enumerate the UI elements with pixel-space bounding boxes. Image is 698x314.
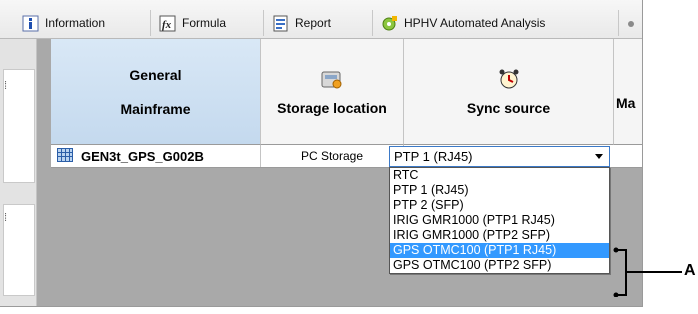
column-header-general[interactable]: General Mainframe (51, 39, 261, 145)
column-header-sync-source[interactable]: Sync source (404, 39, 614, 145)
storage-value: PC Storage (300, 149, 364, 163)
callout-label: A (684, 262, 696, 279)
tab-hphv-automated-analysis[interactable]: HPHV Automated Analysis (372, 10, 619, 36)
settings-grid: General Mainframe Storage location Sync … (37, 39, 642, 306)
formula-icon: fx (159, 15, 176, 32)
tab-label: Formula (182, 16, 227, 30)
dropdown-option-rtc[interactable]: RTC (390, 168, 609, 183)
sync-source-combobox[interactable]: PTP 1 (RJ45) (389, 146, 610, 167)
report-icon (272, 15, 289, 32)
app-window: Information fx Formula Report HPHV Autom… (0, 0, 643, 307)
info-icon (22, 15, 39, 32)
clock-sync-icon (497, 68, 521, 90)
sync-source-dropdown[interactable]: RTC PTP 1 (RJ45) PTP 2 (SFP) IRIG GMR100… (389, 167, 610, 274)
sidebar-panel-bottom[interactable] (3, 204, 35, 296)
column-header-partial[interactable]: Ma (614, 39, 642, 145)
column-header-label: Storage location (277, 99, 387, 116)
sidebar: ⁞ ⁞ (0, 39, 37, 306)
dropdown-option-ptp2[interactable]: PTP 2 (SFP) (390, 198, 609, 213)
tab-overflow[interactable] (618, 10, 642, 36)
storage-cell[interactable]: PC Storage (261, 145, 404, 167)
mainframe-name: GEN3t_GPS_G002B (81, 148, 204, 164)
splitter-grip-icon[interactable]: ⁞ (4, 212, 7, 224)
more-icon (627, 15, 642, 32)
mainframe-icon (57, 147, 73, 165)
dropdown-option-irig-ptp2[interactable]: IRIG GMR1000 (PTP2 SFP) (390, 228, 609, 243)
dropdown-option-irig-ptp1[interactable]: IRIG GMR1000 (PTP1 RJ45) (390, 213, 609, 228)
storage-icon (320, 68, 344, 90)
tab-label: Report (295, 16, 332, 30)
sidebar-panel-top[interactable] (3, 69, 35, 183)
tab-label: Information (45, 16, 106, 30)
dropdown-option-gps-ptp2[interactable]: GPS OTMC100 (PTP2 SFP) (390, 258, 609, 273)
column-header-general-line2: Mainframe (120, 100, 191, 117)
tab-strip: Information fx Formula Report HPHV Autom… (0, 0, 642, 39)
tab-formula[interactable]: fx Formula (150, 10, 263, 36)
tab-report[interactable]: Report (263, 10, 372, 36)
mainframe-cell: GEN3t_GPS_G002B (51, 145, 261, 167)
tab-label: HPHV Automated Analysis (404, 16, 546, 30)
dropdown-option-ptp1[interactable]: PTP 1 (RJ45) (390, 183, 609, 198)
column-header-label: Sync source (466, 99, 551, 116)
column-header-label: Ma (616, 95, 636, 111)
splitter-grip-icon[interactable]: ⁞ (4, 80, 7, 92)
callout-bracket (613, 247, 682, 297)
dropdown-option-gps-ptp1[interactable]: GPS OTMC100 (PTP1 RJ45) (390, 243, 609, 258)
chevron-down-icon[interactable] (595, 154, 603, 159)
column-header-general-line1: General (129, 66, 182, 83)
column-header-storage-location[interactable]: Storage location (261, 39, 404, 145)
svg-text:fx: fx (162, 19, 172, 31)
sync-source-value: PTP 1 (RJ45) (394, 149, 473, 164)
tab-information[interactable]: Information (14, 10, 142, 36)
analysis-icon (381, 15, 398, 32)
